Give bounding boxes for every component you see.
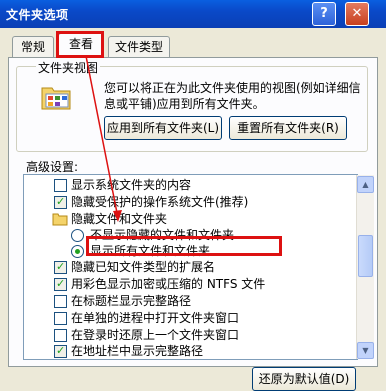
folder-views-title: 文件夹视图 (36, 59, 101, 76)
scroll-down-icon[interactable]: ▼ (357, 342, 374, 359)
list-item[interactable]: 隐藏受保护的操作系统文件(推荐) (24, 194, 354, 210)
help-button[interactable]: ? (312, 2, 336, 26)
folder-icon (52, 213, 68, 226)
scrollbar-thumb[interactable] (358, 235, 373, 277)
checkbox[interactable] (54, 343, 67, 359)
checkbox[interactable] (54, 276, 67, 292)
radio-button[interactable] (71, 229, 84, 242)
list-item[interactable]: 在登录时还原上一个文件夹窗口 (24, 327, 354, 343)
checkbox[interactable] (54, 259, 67, 275)
apply-to-all-folders-button[interactable]: 应用到所有文件夹(L) (104, 116, 222, 140)
restore-defaults-button[interactable]: 还原为默认值(D) (252, 367, 356, 391)
folder-views-description: 您可以将正在为此文件夹使用的视图(例如详细信息或平铺)应用到所有文件夹。 (104, 81, 361, 111)
tab-general[interactable]: 常规 (12, 36, 54, 57)
folder-view-icon (41, 87, 71, 110)
list-item[interactable]: 显示系统文件夹的内容 (24, 177, 354, 193)
advanced-settings-label: 高级设置: (26, 160, 79, 174)
reset-all-folders-button[interactable]: 重置所有文件夹(R) (229, 116, 347, 140)
list-item[interactable]: 用彩色显示加密或压缩的 NTFS 文件 (24, 276, 354, 292)
checkbox[interactable] (54, 295, 67, 308)
show-all-files-highlight (86, 236, 282, 256)
radio-button[interactable] (71, 245, 84, 258)
list-item: 隐藏文件和文件夹 (24, 211, 354, 227)
window-title: 文件夹选项 (6, 8, 69, 22)
scroll-up-icon[interactable]: ▲ (357, 176, 374, 193)
list-item[interactable]: 在地址栏中显示完整路径 (24, 343, 354, 359)
close-button[interactable]: ✕ (345, 2, 369, 26)
tab-file-types[interactable]: 文件类型 (108, 36, 170, 57)
list-item[interactable]: 在单独的进程中打开文件夹窗口 (24, 310, 354, 326)
advanced-settings-list[interactable]: 显示系统文件夹的内容 隐藏受保护的操作系统文件(推荐) 隐藏文件和文件夹 不显示… (23, 174, 358, 360)
checkbox[interactable] (54, 194, 67, 210)
list-item[interactable]: 隐藏已知文件类型的扩展名 (24, 259, 354, 275)
list-item[interactable]: 在标题栏显示完整路径 (24, 293, 354, 309)
checkbox[interactable] (54, 312, 67, 325)
checkbox[interactable] (54, 329, 67, 342)
checkbox[interactable] (54, 179, 67, 192)
tab-view-highlight (56, 31, 104, 58)
